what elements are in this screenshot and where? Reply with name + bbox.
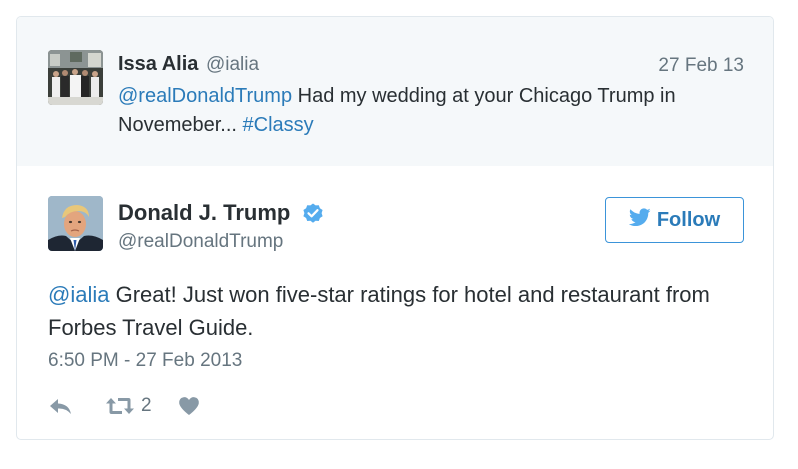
like-button[interactable] [178, 396, 200, 416]
display-name[interactable]: Donald J. Trump [118, 200, 290, 225]
twitter-bird-icon [628, 207, 651, 233]
verified-badge-icon [301, 201, 325, 225]
tweet-author[interactable]: Donald J. Trump [118, 200, 325, 226]
heart-icon [178, 396, 200, 416]
tweet-text-body: Great! Just won five-star ratings for ho… [48, 282, 710, 340]
follow-label: Follow [656, 208, 721, 231]
tweet-actions: 2 [48, 393, 200, 419]
follow-button[interactable]: Follow [605, 197, 744, 243]
trump-avatar[interactable] [48, 196, 103, 251]
quoted-tweet-text: @realDonaldTrump Had my wedding at your … [118, 82, 738, 140]
quoted-tweet[interactable]: Issa Alia @ialia 27 Feb 13 @realDonaldTr… [17, 17, 773, 166]
wedding-photo-avatar-icon [48, 50, 103, 105]
retweet-button[interactable]: 2 [105, 395, 152, 417]
quoted-date[interactable]: 27 Feb 13 [658, 55, 744, 77]
tweet-text: @ialia Great! Just won five-star ratings… [48, 278, 748, 344]
tweet-timestamp[interactable]: 6:50 PM - 27 Feb 2013 [48, 350, 242, 372]
quoted-user[interactable]: Issa Alia @ialia [118, 53, 259, 76]
retweet-icon [105, 396, 135, 416]
retweet-count: 2 [141, 395, 152, 416]
hashtag-link[interactable]: #Classy [243, 114, 314, 136]
reply-button[interactable] [48, 396, 74, 416]
quoted-display-name[interactable]: Issa Alia [118, 53, 198, 75]
reply-icon [48, 396, 74, 416]
screen-name[interactable]: @realDonaldTrump [118, 231, 283, 253]
issa-alia-avatar[interactable] [48, 50, 103, 105]
mention-link[interactable]: @ialia [48, 282, 109, 307]
embedded-tweet-card: Issa Alia @ialia 27 Feb 13 @realDonaldTr… [16, 16, 774, 440]
quoted-handle[interactable]: @ialia [206, 54, 259, 75]
quoted-mention-link[interactable]: @realDonaldTrump [118, 85, 292, 107]
profile-photo-avatar-icon [48, 196, 103, 251]
